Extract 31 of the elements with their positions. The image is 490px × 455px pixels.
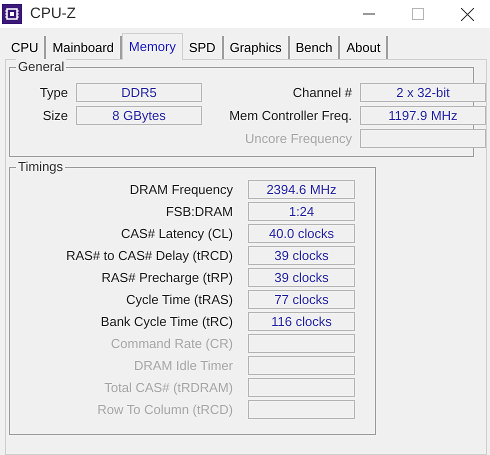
field-label: Command Rate (CR) <box>110 334 233 353</box>
field-label: Bank Cycle Time (tRC) <box>100 312 233 331</box>
field-label: FSB:DRAM <box>164 202 233 221</box>
value-field: 2394.6 MHz <box>248 180 355 199</box>
field-label: Type <box>38 84 68 102</box>
value-field: 1197.9 MHz <box>360 106 486 125</box>
tab[interactable]: Memory <box>122 33 183 60</box>
value-field: 40.0 clocks <box>248 224 355 243</box>
close-icon[interactable] <box>461 8 474 20</box>
group-title: Timings <box>16 159 66 175</box>
field-label: RAS# Precharge (tRP) <box>100 268 233 287</box>
value-field: 116 clocks <box>248 312 355 331</box>
field-label: DRAM Frequency <box>128 180 233 199</box>
value-field: 8 GBytes <box>76 106 202 125</box>
value-field: DDR5 <box>76 83 202 102</box>
field-label: Uncore Frequency <box>244 130 352 148</box>
field-label: Size <box>42 106 68 125</box>
value-field: 39 clocks <box>248 268 355 287</box>
field-label: RAS# to CAS# Delay (tRCD) <box>65 246 233 265</box>
value-field: 39 clocks <box>248 246 355 265</box>
field-label: CAS# Latency (CL) <box>120 224 233 243</box>
field-label: Channel # <box>292 84 352 102</box>
value-field: 77 clocks <box>248 290 355 309</box>
value-field: 2 x 32-bit <box>360 83 486 102</box>
window-title: CPU-Z <box>30 4 76 24</box>
field-label: Cycle Time (tRAS) <box>125 290 233 309</box>
field-label: Row To Column (tRCD) <box>96 400 233 419</box>
field-label: Mem Controller Freq. <box>228 106 352 125</box>
field-label: Total CAS# (tRDRAM) <box>103 378 233 397</box>
value-field: 1:24 <box>248 202 355 221</box>
field-label: DRAM Idle Timer <box>133 356 233 375</box>
